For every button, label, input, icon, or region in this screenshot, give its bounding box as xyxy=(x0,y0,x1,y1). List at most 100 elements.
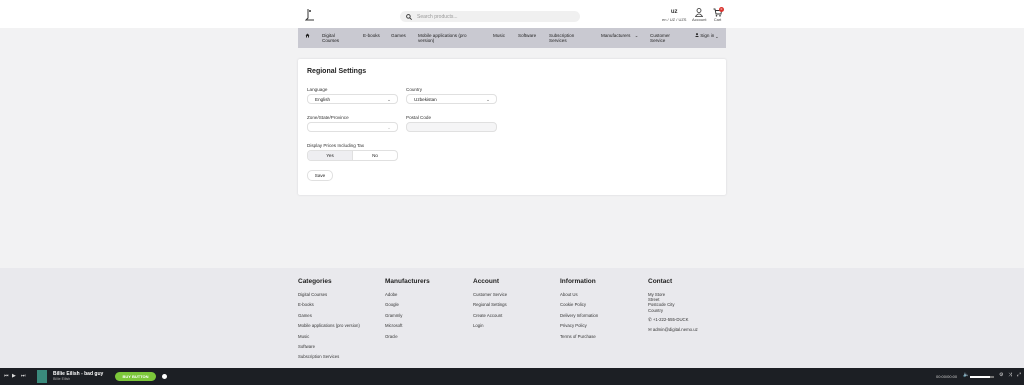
footer-heading: Information xyxy=(560,278,596,285)
chevron-down-icon: ⌄ xyxy=(387,125,391,130)
country-label: Country xyxy=(406,87,423,92)
footer-link[interactable]: Cookie Policy xyxy=(560,302,598,312)
search-box[interactable]: Search products... xyxy=(400,11,580,22)
email-link[interactable]: ✉ admin@digital.nemo.uz xyxy=(648,327,698,332)
buy-button[interactable]: BUY BUTTON xyxy=(115,372,156,381)
footer-link[interactable]: Customer Service xyxy=(473,292,507,302)
footer-link[interactable]: Delivery Information xyxy=(560,313,598,323)
store-logo[interactable] xyxy=(304,8,315,22)
language-label: Language xyxy=(307,87,328,92)
user-icon xyxy=(692,8,706,17)
nav-item-digital-courses[interactable]: Digital Courses xyxy=(322,33,350,43)
footer-link[interactable]: Adobe xyxy=(385,292,430,302)
tax-no-option[interactable]: No xyxy=(353,151,397,160)
cart-link[interactable]: 0 Cart xyxy=(713,7,724,22)
footer-link[interactable]: Privacy Policy xyxy=(560,323,598,333)
chevron-down-icon: ⌄ xyxy=(387,97,391,102)
footer-heading: Manufacturers xyxy=(385,278,430,285)
volume-icon[interactable]: 🔈 xyxy=(963,372,969,378)
nav-item-sign-in-label: Sign in xyxy=(700,33,715,38)
tax-yes-option[interactable]: Yes xyxy=(308,151,353,160)
account-link[interactable]: Account xyxy=(692,8,706,22)
locale-text: en / UZ / UZS xyxy=(662,17,687,22)
zone-select[interactable]: ⌄ xyxy=(307,122,398,132)
address-line: Country xyxy=(648,307,664,313)
footer-link[interactable]: Games xyxy=(298,313,360,323)
album-art xyxy=(37,370,47,383)
site-header: Search products... uz en / UZ / UZS Acco… xyxy=(0,0,1024,28)
footer-link[interactable]: Create Account xyxy=(473,313,507,323)
nav-item-games[interactable]: Games xyxy=(391,33,406,38)
footer-link[interactable]: Regional Settings xyxy=(473,302,507,312)
postal-code-label: Postal Code xyxy=(406,115,432,120)
page-title: Regional Settings xyxy=(307,68,367,75)
footer-link[interactable]: Oracle xyxy=(385,334,430,344)
footer-link[interactable]: Microsoft xyxy=(385,323,430,333)
chevron-down-icon: ⌄ xyxy=(634,33,639,38)
phone-number: +1-222-555-DUCK xyxy=(652,316,689,322)
audio-player: ⏮ ▶ ⏭ Billie Eilish - bad guy Billie Eil… xyxy=(0,368,1024,385)
locale-switcher[interactable]: uz en / UZ / UZS xyxy=(662,8,686,22)
footer-heading: Categories xyxy=(298,278,332,285)
footer-link[interactable]: E-books xyxy=(298,302,360,312)
country-select[interactable]: Uzbekistan ⌄ xyxy=(406,94,497,104)
footer-link[interactable]: Mobile applications (pro version) xyxy=(298,323,360,333)
progress-handle[interactable] xyxy=(162,374,167,379)
footer-information: Information About Us Cookie Policy Deliv… xyxy=(560,278,598,344)
footer-link[interactable]: Software xyxy=(298,344,360,354)
gear-icon[interactable]: ⚙ xyxy=(999,372,1003,378)
footer-link[interactable]: Login xyxy=(473,323,507,333)
save-button[interactable]: Save xyxy=(307,170,333,181)
expand-icon[interactable]: ⤢ xyxy=(1017,372,1021,378)
phone-link[interactable]: ✆ +1-222-555-DUCK xyxy=(648,317,698,322)
regional-settings-card: Regional Settings Language English ⌄ Cou… xyxy=(298,59,726,195)
footer-link[interactable]: Music xyxy=(298,334,360,344)
postal-code-input[interactable] xyxy=(406,122,497,132)
home-icon[interactable] xyxy=(305,33,310,39)
tax-label: Display Prices Including Tax xyxy=(307,143,365,148)
locale-flag-image: uz xyxy=(670,9,678,15)
tax-toggle: Yes No xyxy=(307,150,398,161)
footer-link[interactable]: Subscription Services xyxy=(298,354,360,364)
footer-link[interactable]: Google xyxy=(385,302,430,312)
account-label: Account xyxy=(692,17,707,22)
search-icon xyxy=(405,13,413,21)
nav-item-manufacturers[interactable]: Manufacturers ⌄ xyxy=(601,33,639,38)
footer-link[interactable]: Terms of Purchase xyxy=(560,334,598,344)
footer-link[interactable]: Digital Courses xyxy=(298,292,360,302)
nav-item-e-books[interactable]: E-books xyxy=(363,33,381,38)
nav-item-customer-service[interactable]: Customer Service xyxy=(650,33,678,43)
nav-item-mobile-applications[interactable]: Mobile applications (pro version) xyxy=(418,33,480,43)
next-icon[interactable]: ⏭ xyxy=(21,373,26,379)
country-select-value: Uzbekistan xyxy=(414,96,437,102)
chevron-down-icon: ⌄ xyxy=(486,97,490,102)
volume-slider[interactable] xyxy=(970,376,994,378)
cart-label: Cart xyxy=(713,17,722,22)
nav-item-music[interactable]: Music xyxy=(493,33,505,38)
envelope-icon: ✉ xyxy=(648,327,652,333)
nav-item-sign-in[interactable]: Sign in xyxy=(695,33,715,38)
footer-link[interactable]: Grammly xyxy=(385,313,430,323)
play-icon[interactable]: ▶ xyxy=(12,373,16,379)
footer-link[interactable]: About Us xyxy=(560,292,598,302)
previous-icon[interactable]: ⏮ xyxy=(4,373,9,379)
search-input[interactable]: Search products... xyxy=(417,14,458,20)
language-select[interactable]: English ⌄ xyxy=(307,94,398,104)
cart-count-badge: 0 xyxy=(719,7,724,12)
footer-heading: Contact xyxy=(648,278,673,285)
footer-categories: Categories Digital Courses E-books Games… xyxy=(298,278,360,365)
footer-contact: Contact My Store Street Postcode City Co… xyxy=(648,278,698,332)
language-select-value: English xyxy=(315,96,331,102)
footer-manufacturers: Manufacturers Adobe Google Grammly Micro… xyxy=(385,278,430,344)
phone-icon: ✆ xyxy=(648,316,652,322)
nav-item-subscription-services[interactable]: Subscription Services xyxy=(549,33,579,43)
email-address: admin@digital.nemo.uz xyxy=(652,327,698,333)
nav-item-manufacturers-label: Manufacturers xyxy=(601,33,631,38)
chevron-down-icon[interactable]: ⌄ xyxy=(715,34,719,39)
shuffle-icon[interactable]: ⤨ xyxy=(1008,372,1012,378)
zone-label: Zone/State/Province xyxy=(307,115,349,120)
nav-item-software[interactable]: Software xyxy=(518,33,536,38)
site-footer xyxy=(0,268,1024,368)
footer-account: Account Customer Service Regional Settin… xyxy=(473,278,507,334)
main-nav: Digital Courses E-books Games Mobile app… xyxy=(298,28,726,48)
